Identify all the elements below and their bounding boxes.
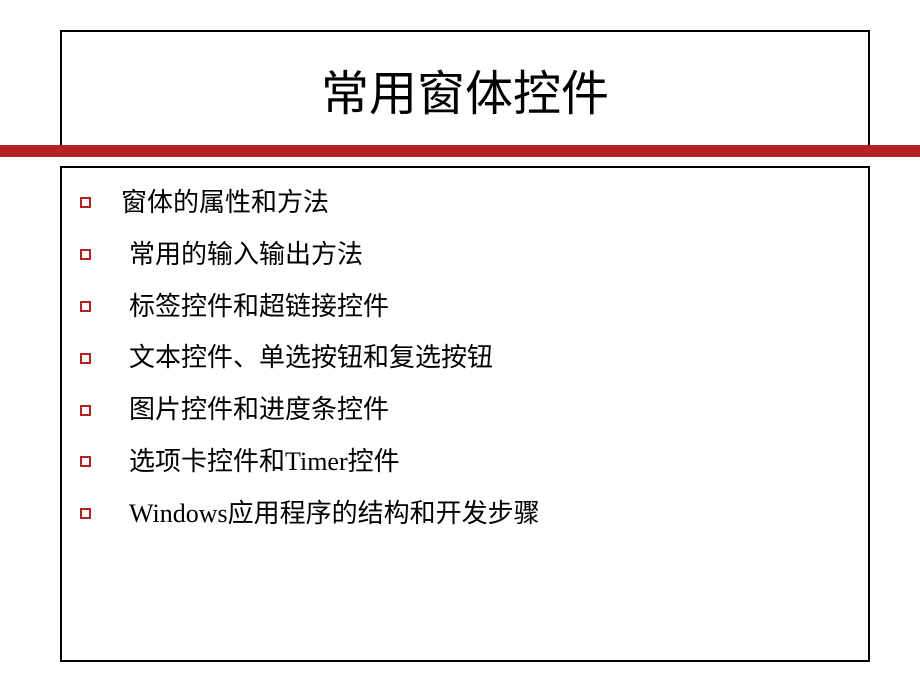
list-item-text: 选项卡控件和Timer控件 xyxy=(129,445,400,479)
list-item: 常用的输入输出方法 xyxy=(62,238,868,272)
list-item: 图片控件和进度条控件 xyxy=(62,393,868,427)
list-item: Windows应用程序的结构和开发步骤 xyxy=(62,497,868,531)
bullet-icon xyxy=(80,301,91,312)
bullet-icon xyxy=(80,197,91,208)
list-item-text: 窗体的属性和方法 xyxy=(121,186,329,220)
bullet-list: 窗体的属性和方法 常用的输入输出方法 标签控件和超链接控件 文本控件、单选按钮和… xyxy=(62,186,868,531)
list-item-text: 标签控件和超链接控件 xyxy=(129,290,389,324)
list-item-text: 图片控件和进度条控件 xyxy=(129,393,389,427)
list-item: 文本控件、单选按钮和复选按钮 xyxy=(62,341,868,375)
bullet-icon xyxy=(80,508,91,519)
bullet-icon xyxy=(80,249,91,260)
slide-title: 常用窗体控件 xyxy=(321,54,609,124)
bullet-icon xyxy=(80,405,91,416)
accent-bar xyxy=(0,145,920,157)
bullet-icon xyxy=(80,353,91,364)
bullet-icon xyxy=(80,456,91,467)
content-container: 窗体的属性和方法 常用的输入输出方法 标签控件和超链接控件 文本控件、单选按钮和… xyxy=(60,166,870,662)
list-item-text: 常用的输入输出方法 xyxy=(129,238,363,272)
list-item-text: 文本控件、单选按钮和复选按钮 xyxy=(129,341,493,375)
list-item-text: Windows应用程序的结构和开发步骤 xyxy=(129,497,540,531)
list-item: 选项卡控件和Timer控件 xyxy=(62,445,868,479)
list-item: 标签控件和超链接控件 xyxy=(62,290,868,324)
list-item: 窗体的属性和方法 xyxy=(62,186,868,220)
title-container: 常用窗体控件 xyxy=(60,30,870,145)
